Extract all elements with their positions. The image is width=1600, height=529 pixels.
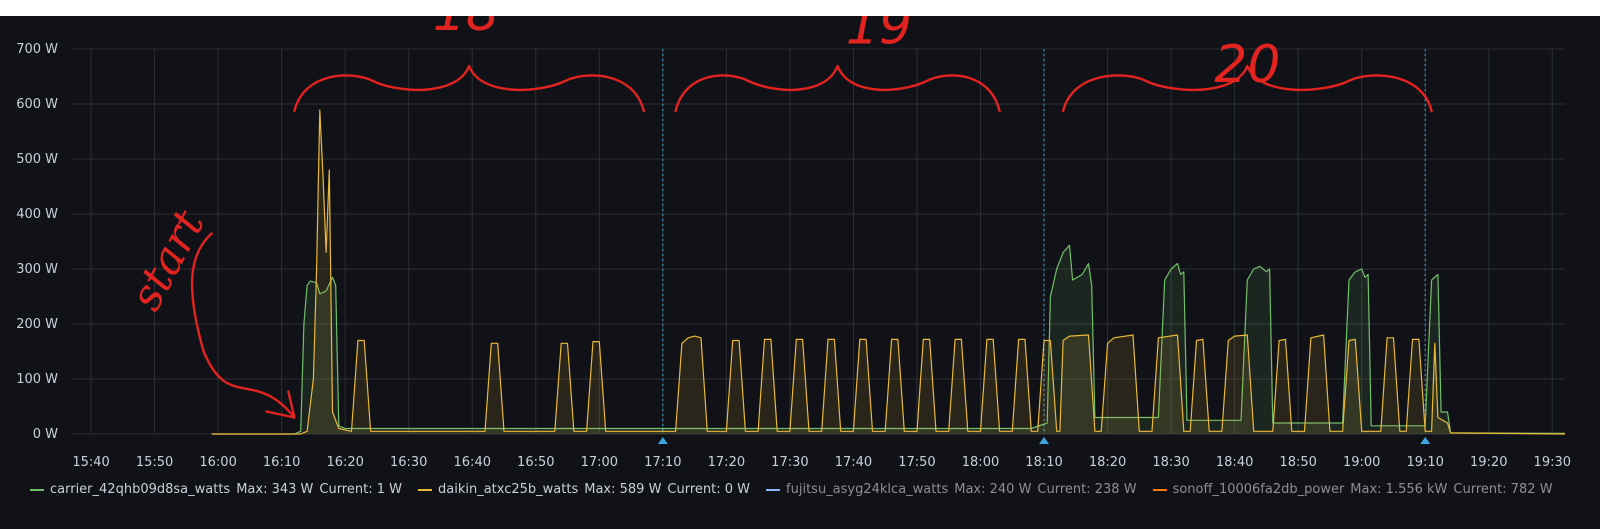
x-tick-label: 16:40 [454, 455, 491, 470]
x-tick-label: 18:00 [962, 455, 999, 470]
x-tick-label: 19:20 [1470, 455, 1507, 470]
x-tick-label: 17:00 [581, 455, 618, 470]
legend-max: Max: 589 W [584, 482, 662, 497]
x-tick-label: 16:10 [263, 455, 300, 470]
y-tick-label: 400 W [16, 207, 58, 222]
x-tick-label: 19:00 [1343, 455, 1380, 470]
legend-swatch [1152, 488, 1167, 491]
legend-max: Max: 343 W [236, 482, 314, 497]
x-tick-label: 16:50 [517, 455, 554, 470]
x-tick-label: 18:30 [1152, 455, 1189, 470]
annotation-marker [1420, 437, 1431, 444]
legend-swatch [30, 488, 44, 491]
y-tick-label: 0 W [33, 427, 58, 442]
chart-legend: carrier_42qhb09d8sa_watts Max: 343 W Cur… [30, 482, 1553, 497]
x-tick-label: 18:40 [1216, 455, 1253, 470]
x-tick-label: 19:10 [1406, 455, 1443, 470]
power-chart: 0 W 100 W 200 W 300 W 400 W 500 W 600 W 700 W 15… [16, 16, 1571, 470]
legend-current: Current: 238 W [1037, 482, 1137, 497]
annotation-marker [1039, 437, 1050, 444]
legend-series-name: daikin_atxc25b_watts [437, 482, 579, 497]
legend-item-fujitsu[interactable]: fujitsu_asyg24klca_watts Max: 240 W Curr… [766, 482, 1137, 497]
x-tick-label: 15:50 [136, 455, 173, 470]
y-tick-label: 700 W [16, 42, 58, 57]
handwritten-start-label: start [120, 202, 215, 319]
x-tick-label: 15:40 [72, 455, 109, 470]
annotation-marker [657, 437, 668, 444]
legend-series-name: carrier_42qhb09d8sa_watts [50, 482, 231, 497]
x-tick-label: 16:30 [390, 455, 427, 470]
x-tick-label: 18:20 [1089, 455, 1126, 470]
x-tick-label: 19:30 [1534, 455, 1571, 470]
legend-item-daikin[interactable]: daikin_atxc25b_watts Max: 589 W Current:… [417, 482, 751, 497]
legend-swatch [766, 488, 781, 491]
y-tick-label: 200 W [16, 317, 58, 332]
legend-item-sonoff[interactable]: sonoff_10006fa2db_power Max: 1.556 kW Cu… [1152, 482, 1553, 497]
x-tick-label: 16:00 [199, 455, 236, 470]
start-arrow [190, 232, 296, 419]
legend-current: Current: 0 W [667, 482, 751, 497]
legend-max: Max: 240 W [954, 482, 1032, 497]
y-tick-label: 500 W [16, 152, 58, 167]
x-tick-label: 18:50 [1279, 455, 1316, 470]
x-tick-label: 18:10 [1025, 455, 1062, 470]
x-tick-label: 16:20 [326, 455, 363, 470]
handwritten-day-19: 19 [846, 16, 912, 57]
x-tick-label: 17:30 [771, 455, 808, 470]
x-tick-label: 17:10 [644, 455, 681, 470]
y-tick-label: 600 W [16, 97, 58, 112]
y-tick-label: 100 W [16, 372, 58, 387]
legend-series-name: sonoff_10006fa2db_power [1172, 482, 1345, 497]
legend-current: Current: 782 W [1453, 482, 1553, 497]
legend-current: Current: 1 W [319, 482, 402, 497]
legend-max: Max: 1.556 kW [1350, 482, 1448, 497]
legend-series-name: fujitsu_asyg24klca_watts [786, 482, 949, 497]
x-tick-label: 17:40 [835, 455, 872, 470]
legend-item-carrier[interactable]: carrier_42qhb09d8sa_watts Max: 343 W Cur… [30, 482, 402, 497]
legend-swatch [417, 488, 432, 491]
x-tick-label: 17:20 [708, 455, 745, 470]
y-tick-label: 300 W [16, 262, 58, 277]
handwritten-day-18: 18 [433, 16, 499, 43]
x-tick-label: 17:50 [898, 455, 935, 470]
